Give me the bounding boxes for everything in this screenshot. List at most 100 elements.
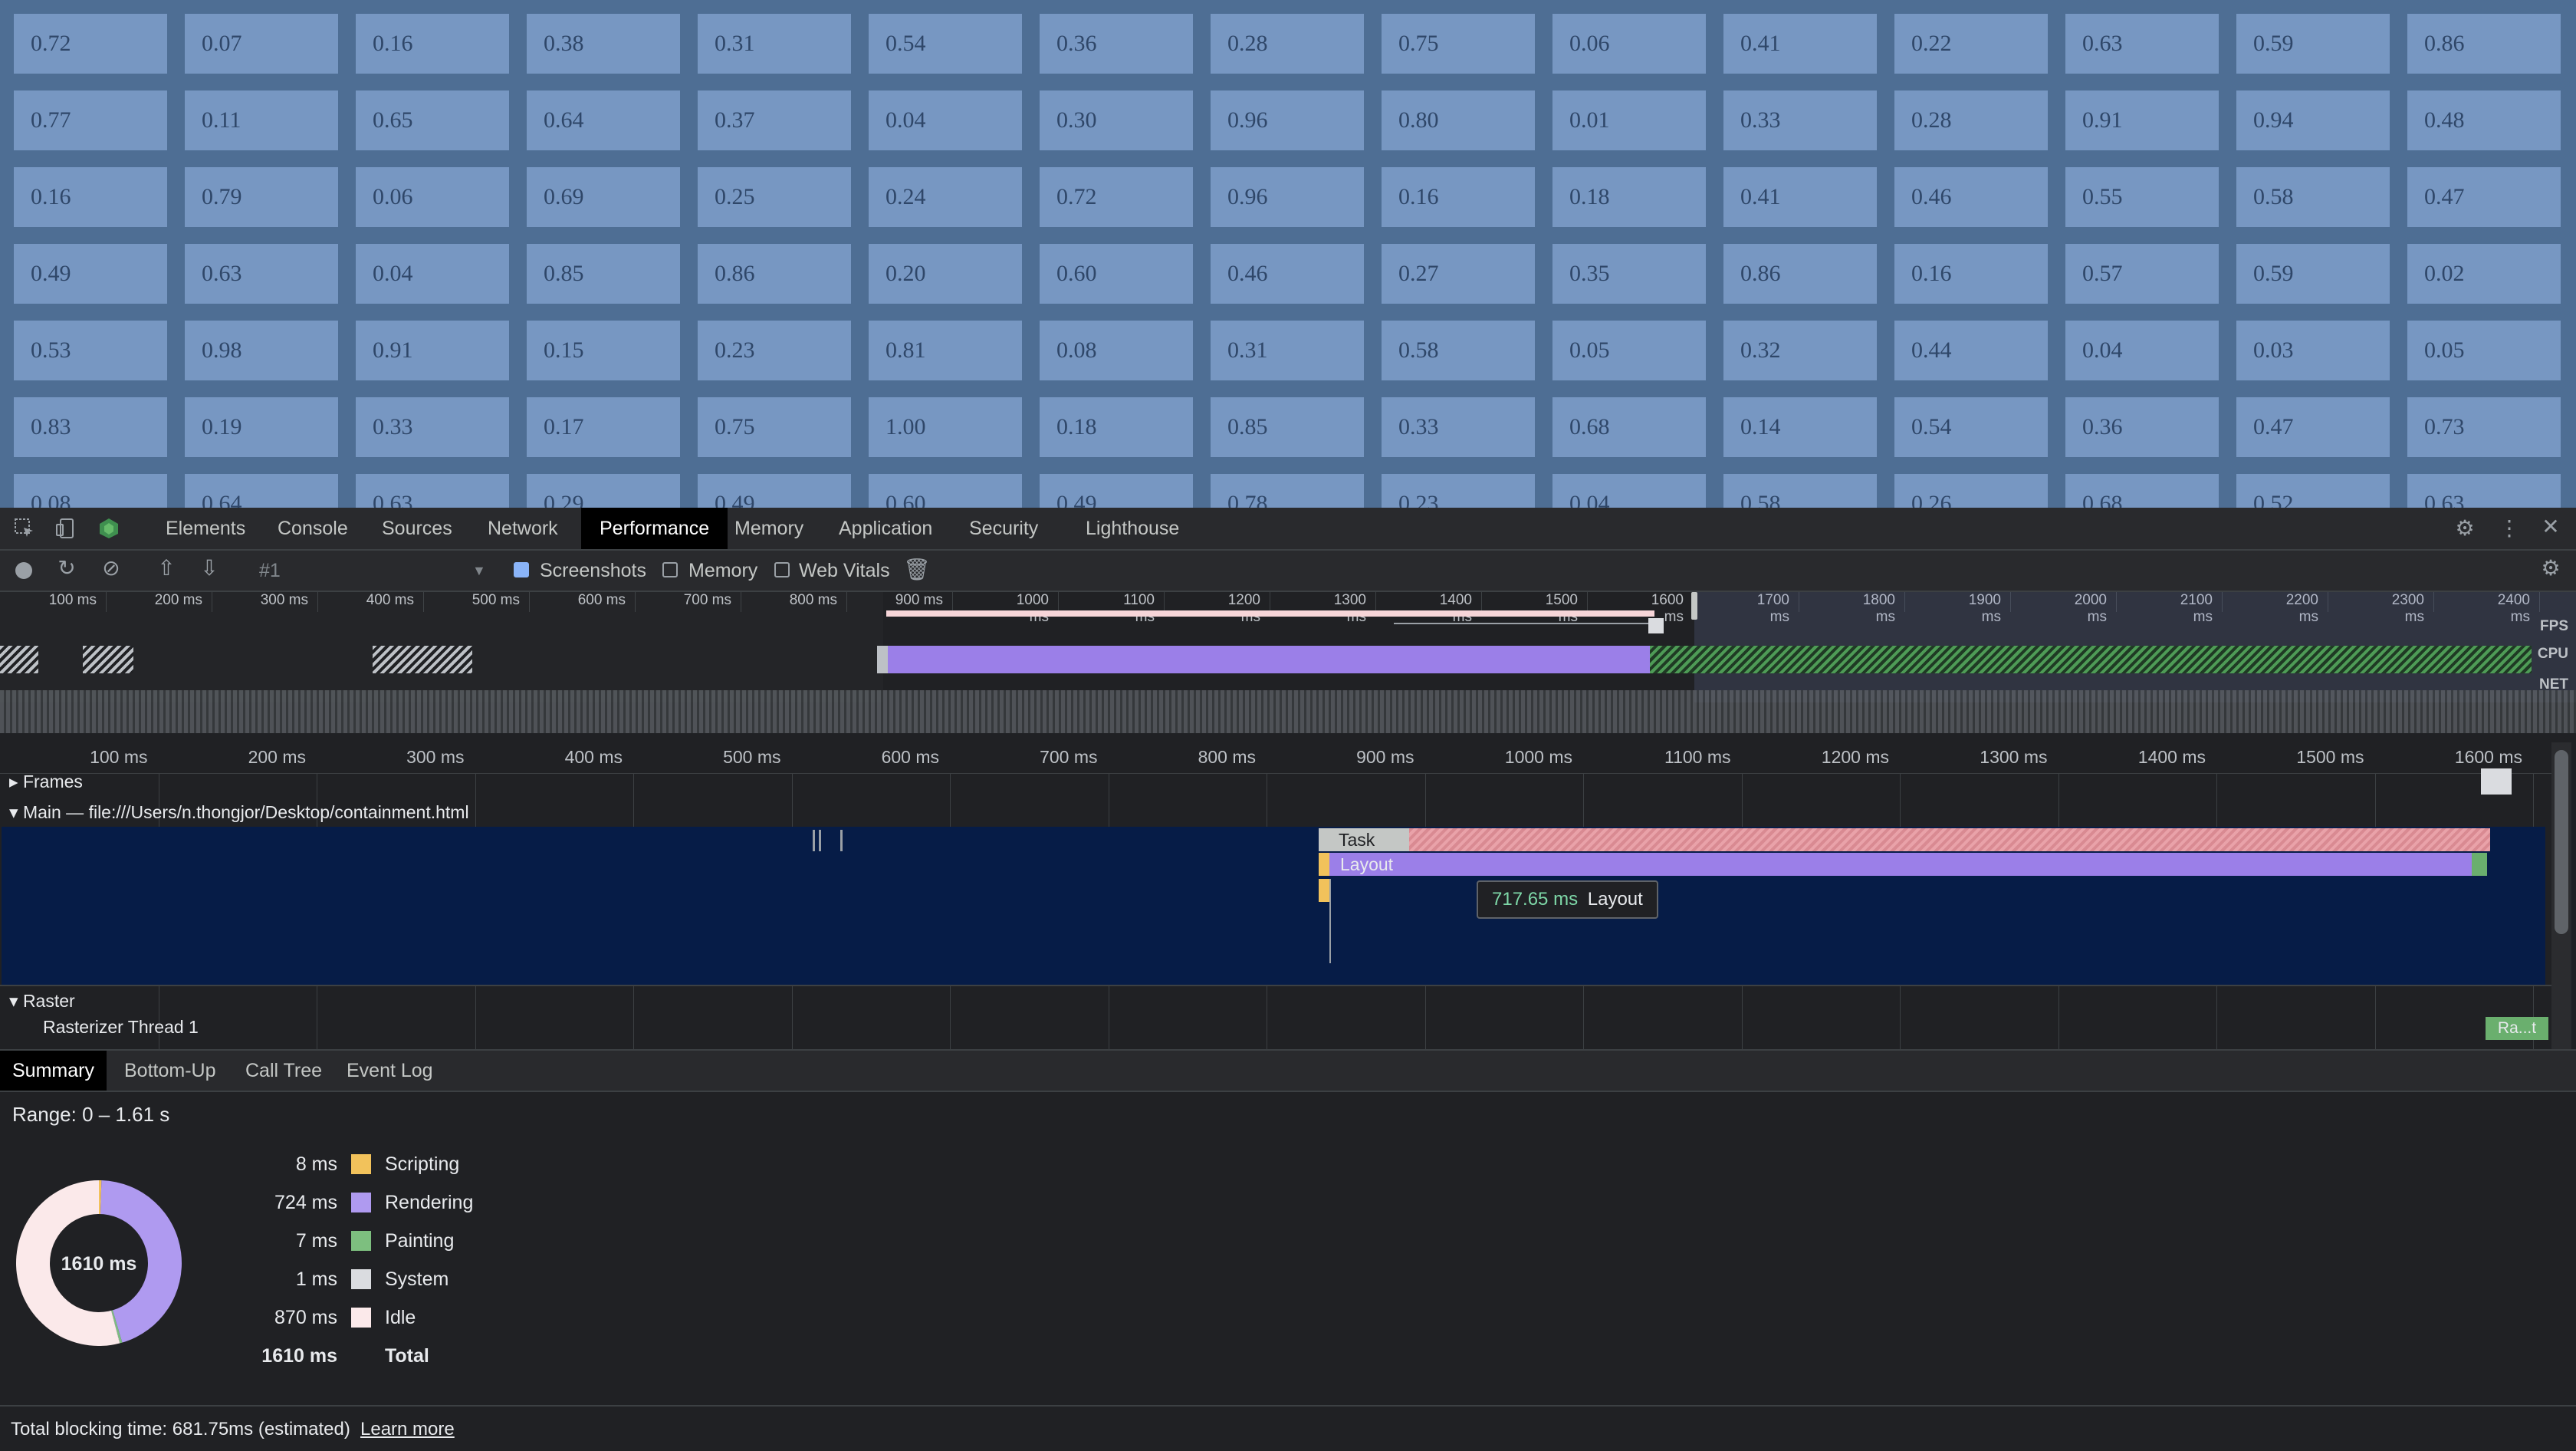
settings-gear-icon[interactable]: ⚙: [2452, 515, 2478, 541]
device-toolbar-icon[interactable]: [54, 517, 78, 541]
grid-cell: 0.32: [1723, 321, 1877, 380]
grid-cell: 0.94: [2236, 90, 2390, 150]
grid-cell: 0.23: [698, 321, 851, 380]
grid-cell: 0.58: [1723, 474, 1877, 508]
grid-cell: 0.41: [1723, 167, 1877, 227]
grid-cell: 0.27: [1382, 244, 1535, 304]
grid-cell: 0.28: [1894, 90, 2048, 150]
flame-chart-ruler: 100 ms 200 ms 300 ms 400 ms 500 ms 600 ms 700 …: [0, 742, 2561, 774]
tab-performance[interactable]: Performance: [581, 508, 728, 549]
tab-bottom-up[interactable]: Bottom-Up: [112, 1051, 228, 1091]
grid-cell: 0.15: [527, 321, 680, 380]
grid-cell: 0.49: [1040, 474, 1193, 508]
raster-track-label[interactable]: ▾ Raster: [9, 991, 75, 1012]
layout-label: Layout: [1340, 854, 1394, 874]
grid-cell: 1.00: [869, 397, 1022, 457]
scripting-bar[interactable]: [1319, 879, 1329, 902]
grid-cell: 0.58: [2236, 167, 2390, 227]
overview-gridline: [1481, 592, 1482, 612]
overview-tick-label: 1100 ms: [1123, 592, 1155, 625]
tab-summary[interactable]: Summary: [0, 1051, 107, 1091]
legend-value: 8 ms: [295, 1153, 337, 1175]
grid-cell: 0.19: [185, 397, 338, 457]
paint-bar[interactable]: [2472, 853, 2487, 876]
reload-record-icon[interactable]: ↻: [54, 555, 80, 581]
task-bar[interactable]: Task: [1319, 828, 1409, 851]
raster-event[interactable]: Ra...t: [2486, 1017, 2548, 1040]
ruler-tick-label: 1200 ms: [1821, 747, 1889, 767]
trash-icon[interactable]: 🗑: [903, 557, 931, 582]
grid-cell: 0.75: [1382, 14, 1535, 74]
grid-cell: 0.33: [1723, 90, 1877, 150]
grid-cell: 0.65: [356, 90, 509, 150]
frames-track-label[interactable]: ▸ Frames: [9, 772, 83, 792]
flame-scrollbar[interactable]: [2551, 742, 2571, 1049]
download-profile-icon[interactable]: ⇩: [196, 555, 222, 581]
tab-security[interactable]: Security: [958, 508, 1049, 549]
grid-cell: 0.22: [1894, 14, 2048, 74]
capture-settings-gear-icon[interactable]: ⚙: [2538, 555, 2564, 581]
screenshots-checkbox[interactable]: [514, 562, 529, 577]
grid-cell: 0.79: [185, 167, 338, 227]
grid-cell: 0.77: [14, 90, 167, 150]
task-long-bar[interactable]: [1319, 828, 2490, 851]
clear-icon[interactable]: ⊘: [98, 555, 124, 581]
overview-tick-label: 1400 ms: [1439, 592, 1472, 625]
grid-cell: 0.73: [2407, 397, 2561, 457]
tab-event-log[interactable]: Event Log: [334, 1051, 445, 1091]
layout-tooltip: 717.65 ms Layout: [1477, 880, 1658, 919]
learn-more-link[interactable]: Learn more: [360, 1419, 455, 1440]
grid-cell: 0.23: [1382, 474, 1535, 508]
upload-profile-icon[interactable]: ⇧: [153, 555, 179, 581]
grid-cell: 0.26: [1894, 474, 2048, 508]
grid-cell: 0.63: [2407, 474, 2561, 508]
ruler-tick-label: 1300 ms: [1980, 747, 2048, 767]
close-devtools-icon[interactable]: ✕: [2538, 514, 2564, 539]
grid-cell: 0.36: [2065, 397, 2219, 457]
legend-swatch: [351, 1193, 371, 1212]
grid-cell: 0.86: [1723, 244, 1877, 304]
more-options-icon[interactable]: ⋮: [2496, 515, 2522, 541]
grid-cell: 0.24: [869, 167, 1022, 227]
frame-thumbnail[interactable]: [2481, 768, 2512, 795]
total-blocking-time: Total blocking time: 681.75ms (estimated…: [11, 1419, 350, 1439]
overview-selection-handle[interactable]: [1691, 592, 1697, 620]
ruler-tick-label: 700 ms: [1040, 747, 1098, 767]
vue-devtools-icon[interactable]: [97, 517, 121, 541]
tab-application[interactable]: Application: [828, 508, 943, 549]
fps-line: [1394, 623, 1654, 624]
chevron-down-icon[interactable]: ▼: [472, 551, 486, 591]
legend-value: 1 ms: [295, 1268, 337, 1290]
grid-cell: 0.98: [185, 321, 338, 380]
recording-select[interactable]: #1: [259, 551, 281, 591]
grid-cell: 0.20: [869, 244, 1022, 304]
scripting-bar[interactable]: [1319, 853, 1329, 876]
ruler-tick-label: 1000 ms: [1504, 747, 1572, 767]
grid-cell: 0.29: [527, 474, 680, 508]
tab-memory[interactable]: Memory: [724, 508, 814, 549]
tab-network[interactable]: Network: [477, 508, 569, 549]
tab-elements[interactable]: Elements: [155, 508, 256, 549]
grid-cell: 0.83: [14, 397, 167, 457]
inspect-element-icon[interactable]: [12, 517, 37, 541]
tab-lighthouse[interactable]: Lighthouse: [1075, 508, 1190, 549]
web-vitals-checkbox[interactable]: [774, 562, 790, 577]
timeline-overview[interactable]: 100 ms 200 ms 300 ms 400 ms 500 ms 600 ms 700 …: [0, 592, 2576, 702]
legend-total-value: 1610 ms: [261, 1345, 337, 1367]
main-track-label[interactable]: ▾ Main — file:///Users/n.thongjor/Deskto…: [9, 802, 469, 823]
flame-scrollbar-thumb[interactable]: [2555, 750, 2568, 934]
tab-call-tree[interactable]: Call Tree: [233, 1051, 334, 1091]
grid-cell: 0.01: [1552, 90, 1706, 150]
screenshots-filmstrip[interactable]: [0, 690, 2576, 733]
grid-cell: 0.54: [869, 14, 1022, 74]
memory-checkbox[interactable]: [662, 562, 678, 577]
overview-gridline: [952, 592, 953, 612]
tab-sources[interactable]: Sources: [371, 508, 463, 549]
legend-total-row: 1610 ms Total: [0, 1341, 613, 1371]
grid-cell: 0.64: [527, 90, 680, 150]
layout-bar[interactable]: Layout: [1329, 853, 2472, 876]
overview-tick-label: 1300 ms: [1333, 592, 1366, 625]
grid-cell: 0.37: [698, 90, 851, 150]
tab-console[interactable]: Console: [267, 508, 359, 549]
record-button[interactable]: [15, 562, 32, 579]
